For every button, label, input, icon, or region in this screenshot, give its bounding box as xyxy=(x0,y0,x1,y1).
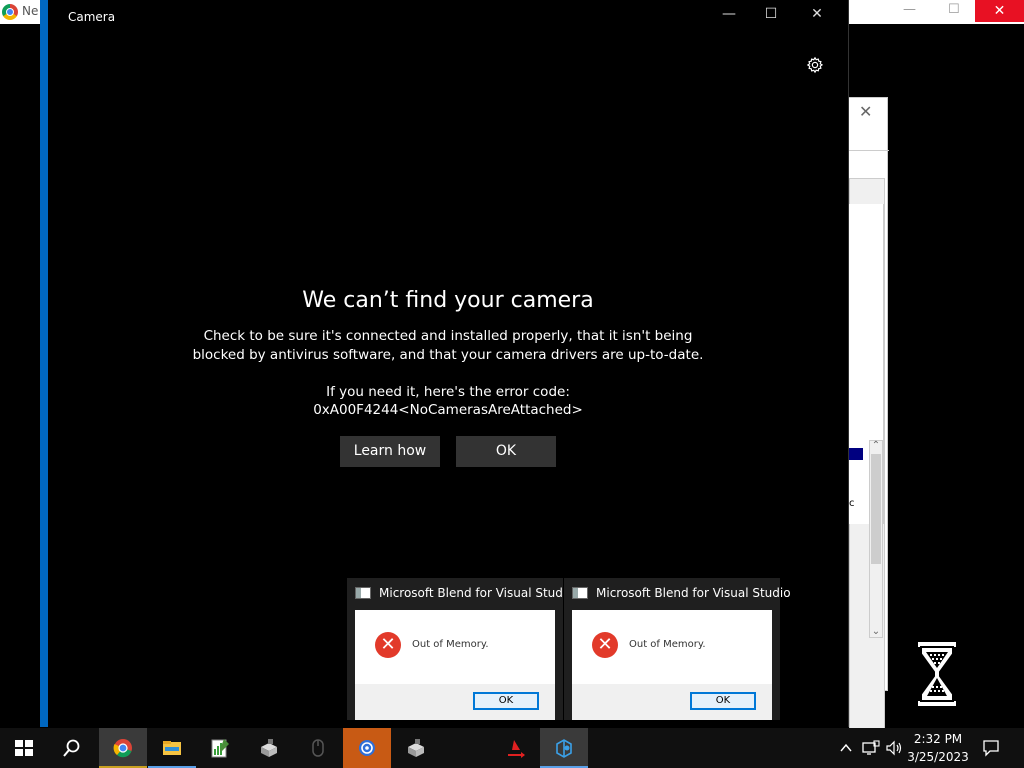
taskbar: 2:32 PM 3/25/2023 xyxy=(0,728,1024,768)
taskbar-blend[interactable] xyxy=(540,728,588,768)
ok-button[interactable]: OK xyxy=(456,436,556,467)
setup-box-icon xyxy=(408,739,424,757)
blend-icon xyxy=(556,739,572,758)
file-explorer-icon xyxy=(163,741,181,755)
notification-icon[interactable] xyxy=(982,739,1000,757)
taskbar-chart-app[interactable] xyxy=(196,728,244,768)
clock-date[interactable]: 3/25/2023 xyxy=(905,750,971,764)
minimize-button[interactable]: — xyxy=(706,6,752,28)
maximize-button[interactable]: ☐ xyxy=(748,6,794,28)
volume-icon[interactable] xyxy=(885,740,903,756)
window-accent-border xyxy=(40,0,48,727)
mouse-icon xyxy=(312,739,324,757)
network-icon[interactable] xyxy=(862,740,880,756)
dialog-title: Microsoft Blend for Visual Studio xyxy=(596,586,791,600)
error-code: 0xA00F4244<NoCamerasAreAttached> xyxy=(313,402,583,418)
hourglass-busy-icon xyxy=(918,642,956,706)
background-dialog-close-button[interactable]: ✕ xyxy=(859,102,872,121)
error-x-icon: ✕ xyxy=(375,632,401,658)
taskbar-setup-2[interactable] xyxy=(392,728,440,768)
taskbar-flag-app[interactable] xyxy=(492,728,540,768)
chrome-logo-icon xyxy=(2,4,18,20)
browser-tab-title[interactable]: Ne xyxy=(22,4,38,18)
partial-text: c xyxy=(849,498,855,509)
browser-minimize-button[interactable]: — xyxy=(903,2,916,17)
chevron-up-icon[interactable] xyxy=(840,742,852,754)
search-button[interactable] xyxy=(48,728,96,768)
taskbar-mouse-app[interactable] xyxy=(294,728,342,768)
scroll-down-icon[interactable]: ⌄ xyxy=(869,626,883,637)
window-title: Camera xyxy=(68,10,116,24)
error-message: Out of Memory. xyxy=(629,639,706,650)
dialog-ok-button[interactable]: OK xyxy=(473,692,539,710)
learn-how-button[interactable]: Learn how xyxy=(340,436,440,467)
dialog-content: ✕ Out of Memory. xyxy=(572,610,772,684)
error-code-intro: If you need it, here's the error code: xyxy=(326,384,570,400)
dialog-ok-button[interactable]: OK xyxy=(690,692,756,710)
blend-error-dialog: Microsoft Blend for Visual Studio ✕ Out … xyxy=(347,578,574,720)
dialog-content: ✕ Out of Memory. xyxy=(355,610,555,684)
scroll-up-icon[interactable]: ⌃ xyxy=(869,440,883,451)
app-window-icon xyxy=(572,587,588,599)
start-icon xyxy=(15,740,33,756)
divider xyxy=(849,150,889,151)
dialog-footer: OK xyxy=(355,684,555,720)
taskbar-file-explorer[interactable] xyxy=(148,728,196,768)
error-x-icon: ✕ xyxy=(592,632,618,658)
browser-close-button[interactable]: ✕ xyxy=(975,0,1024,22)
taskbar-settings-app[interactable] xyxy=(343,728,391,768)
dialog-title: Microsoft Blend for Visual Studio xyxy=(379,586,574,600)
app-settings-icon xyxy=(359,740,375,756)
search-icon xyxy=(63,739,80,757)
app-window-icon xyxy=(355,587,371,599)
scrollbar-thumb[interactable] xyxy=(871,454,881,564)
notepad-chart-icon xyxy=(211,739,229,758)
chrome-icon xyxy=(113,739,132,758)
setup-box-icon xyxy=(261,739,277,757)
error-description: Check to be sure it's connected and inst… xyxy=(192,328,704,363)
clock-time[interactable]: 2:32 PM xyxy=(907,732,969,746)
blend-error-dialog: Microsoft Blend for Visual Studio ✕ Out … xyxy=(564,578,791,720)
taskbar-chrome[interactable] xyxy=(99,728,147,768)
flag-arrow-icon xyxy=(508,740,525,758)
close-button[interactable]: ✕ xyxy=(794,6,840,28)
error-message: Out of Memory. xyxy=(412,639,489,650)
browser-maximize-button[interactable]: ☐ xyxy=(948,2,960,17)
dialog-footer: OK xyxy=(572,684,772,720)
taskbar-setup[interactable] xyxy=(245,728,293,768)
start-button[interactable] xyxy=(0,728,48,768)
settings-gear-icon[interactable] xyxy=(806,56,824,74)
selected-item[interactable] xyxy=(849,448,863,460)
error-heading: We can’t find your camera xyxy=(302,288,594,313)
